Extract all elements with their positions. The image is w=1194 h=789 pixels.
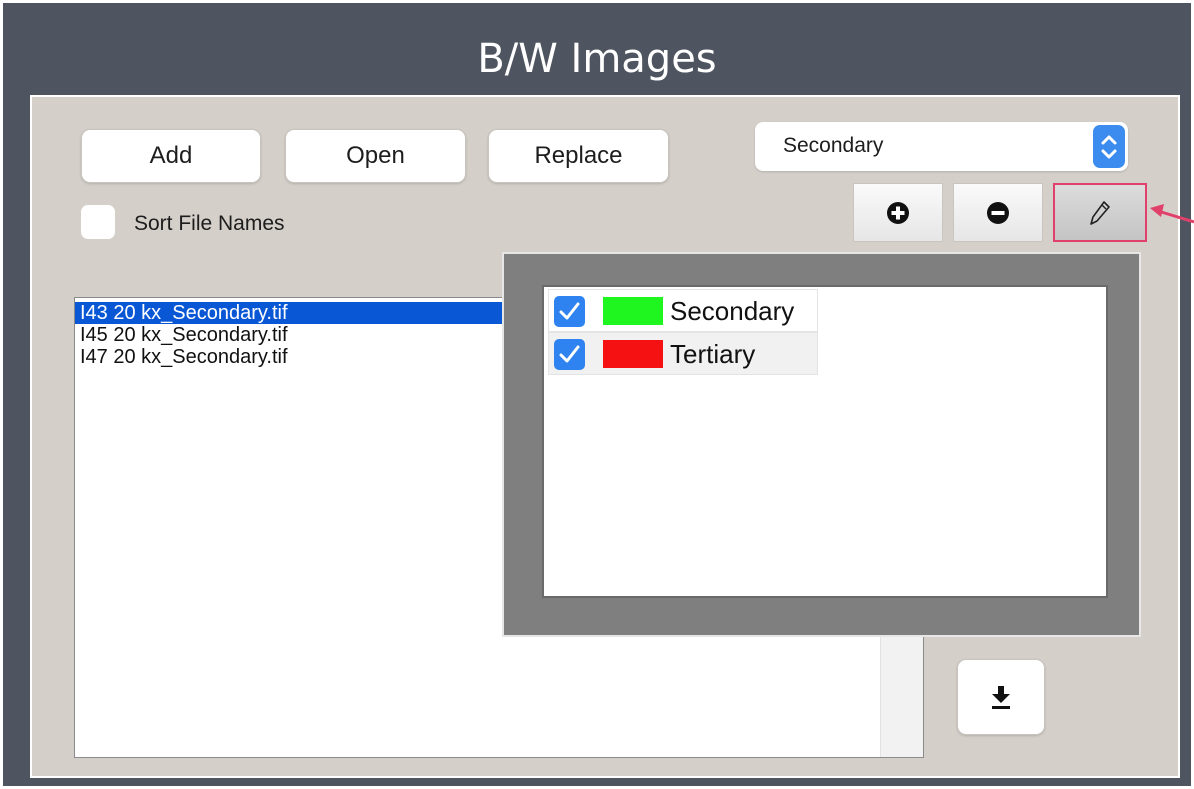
channel-select-value: Secondary <box>783 134 884 157</box>
open-button[interactable]: Open <box>285 129 466 183</box>
download-icon <box>992 686 1010 709</box>
sort-file-names-label: Sort File Names <box>134 212 285 235</box>
window-title: B/W Images <box>477 36 717 82</box>
download-button[interactable] <box>957 659 1045 735</box>
layer-row[interactable]: Tertiary <box>548 332 818 375</box>
pencil-icon <box>1090 200 1110 225</box>
layer-name: Secondary <box>670 296 795 326</box>
sort-file-names-checkbox[interactable] <box>81 205 115 239</box>
arrow-annotation-icon <box>1150 204 1194 224</box>
add-button[interactable]: Add <box>81 129 261 183</box>
edit-layer-button[interactable] <box>1053 183 1147 242</box>
layer-list[interactable]: Secondary Tertiary <box>542 285 1108 598</box>
layer-visible-checkbox[interactable] <box>554 296 585 327</box>
chevron-updown-icon[interactable] <box>1093 125 1125 168</box>
remove-layer-button[interactable] <box>953 183 1043 242</box>
layer-editor-popover: Secondary Tertiary <box>502 252 1141 637</box>
layer-name: Tertiary <box>670 339 756 369</box>
channel-select[interactable]: Secondary <box>755 122 1128 171</box>
checkmark-icon <box>559 345 580 363</box>
replace-button[interactable]: Replace <box>488 129 669 183</box>
layer-color-swatch[interactable] <box>603 340 663 368</box>
plus-circle-icon <box>887 201 909 224</box>
add-layer-button[interactable] <box>853 183 943 242</box>
layer-row[interactable]: Secondary <box>548 289 818 332</box>
layer-visible-checkbox[interactable] <box>554 339 585 370</box>
checkmark-icon <box>559 302 580 320</box>
minus-circle-icon <box>987 201 1009 224</box>
layer-color-swatch[interactable] <box>603 297 663 325</box>
